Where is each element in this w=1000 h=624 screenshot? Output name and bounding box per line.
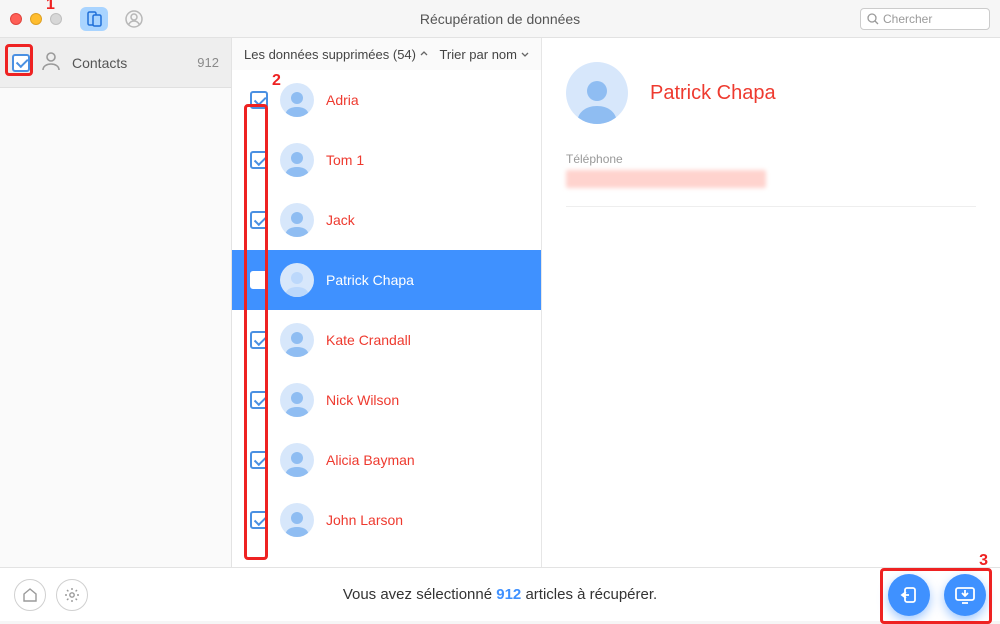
contact-row[interactable]: Kate Crandall (232, 310, 541, 370)
export-device-icon (899, 585, 919, 605)
chevron-up-icon (420, 50, 428, 58)
recover-to-computer-button[interactable] (944, 574, 986, 616)
status-text: Vous avez sélectionné 912 articles à réc… (0, 586, 1000, 603)
maximize-window-button[interactable] (50, 13, 62, 25)
search-placeholder: Chercher (883, 12, 932, 26)
contact-checkbox[interactable] (250, 151, 268, 169)
contact-checkbox[interactable] (250, 91, 268, 109)
sort-dropdown[interactable]: Trier par nom (439, 47, 529, 62)
contact-row[interactable]: Tom 1 (232, 130, 541, 190)
avatar (280, 203, 314, 237)
contact-checkbox[interactable] (250, 391, 268, 409)
contact-name: Kate Crandall (326, 332, 411, 348)
gear-icon (64, 587, 80, 603)
contact-checkbox[interactable] (250, 211, 268, 229)
contact-row[interactable]: Patrick Chapa (232, 250, 541, 310)
phone-field-value (566, 170, 766, 188)
contact-name: Alicia Bayman (326, 452, 415, 468)
contact-row[interactable]: Alicia Bayman (232, 430, 541, 490)
status-count: 912 (496, 586, 521, 603)
chevron-down-icon (521, 50, 529, 58)
contact-checkbox[interactable] (250, 451, 268, 469)
sidebar-item-contacts[interactable]: Contacts 912 (0, 38, 231, 88)
contacts-list: Les données supprimées (54) Trier par no… (232, 38, 542, 567)
avatar (280, 443, 314, 477)
search-icon (867, 13, 879, 25)
avatar (280, 83, 314, 117)
contact-name: Nick Wilson (326, 392, 399, 408)
user-tab-button[interactable] (120, 7, 148, 31)
contact-checkbox[interactable] (250, 331, 268, 349)
settings-button[interactable] (56, 579, 88, 611)
contact-row[interactable]: Nick Wilson (232, 370, 541, 430)
contact-name: Adria (326, 92, 359, 108)
traffic-lights (10, 13, 62, 25)
sidebar-item-label: Contacts (72, 55, 127, 71)
select-all-checkbox[interactable] (12, 54, 30, 72)
contacts-icon (40, 50, 62, 75)
title-bar: Récupération de données Chercher (0, 0, 1000, 38)
status-suffix: articles à récupérer. (521, 586, 657, 603)
filter-deleted-label: Les données supprimées (54) (244, 47, 416, 62)
contact-name: Tom 1 (326, 152, 364, 168)
sidebar-item-count: 912 (197, 55, 219, 70)
window-title: Récupération de données (0, 11, 1000, 27)
avatar (280, 263, 314, 297)
contact-name: Jack (326, 212, 355, 228)
contact-detail-pane: Patrick Chapa Téléphone (542, 38, 1000, 567)
contact-name: John Larson (326, 512, 403, 528)
filter-deleted-dropdown[interactable]: Les données supprimées (54) (244, 47, 428, 62)
minimize-window-button[interactable] (30, 13, 42, 25)
bottom-bar: Vous avez sélectionné 912 articles à réc… (0, 567, 1000, 621)
avatar (280, 383, 314, 417)
contact-name: Patrick Chapa (326, 272, 414, 288)
search-input[interactable]: Chercher (860, 8, 990, 30)
contact-row[interactable]: Jack (232, 190, 541, 250)
contact-row[interactable]: John Larson (232, 490, 541, 550)
divider (566, 206, 976, 207)
avatar (280, 503, 314, 537)
status-prefix: Vous avez sélectionné (343, 586, 496, 603)
contact-checkbox[interactable] (250, 271, 268, 289)
close-window-button[interactable] (10, 13, 22, 25)
avatar (566, 62, 628, 124)
sort-label: Trier par nom (439, 47, 517, 62)
contact-name: Patrick Chapa (650, 82, 776, 105)
avatar (280, 323, 314, 357)
sidebar: Contacts 912 1 (0, 38, 232, 567)
contact-row[interactable]: Adria (232, 70, 541, 130)
phone-field-label: Téléphone (566, 152, 976, 166)
avatar (280, 143, 314, 177)
download-computer-icon (954, 585, 976, 605)
recover-to-device-button[interactable] (888, 574, 930, 616)
home-button[interactable] (14, 579, 46, 611)
devices-tab-button[interactable] (80, 7, 108, 31)
contact-checkbox[interactable] (250, 511, 268, 529)
home-icon (22, 587, 38, 603)
